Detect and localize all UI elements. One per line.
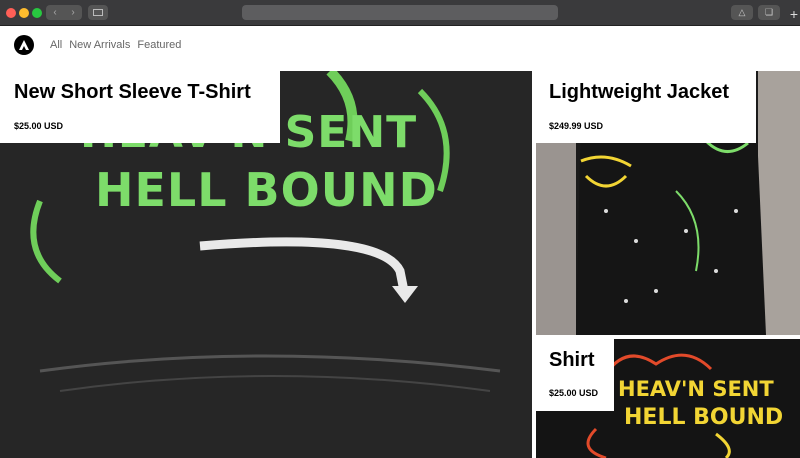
nav-link-featured[interactable]: Featured (137, 39, 181, 51)
store-nav: All New Arrivals Featured (0, 26, 800, 71)
tabs-icon: ❏ (764, 7, 774, 17)
share-button[interactable]: △ (731, 5, 753, 20)
shirt-print-line-2: HELL BOUND (95, 163, 438, 217)
product-price: $25.00 USD (549, 388, 599, 398)
product-price: $249.99 USD (549, 121, 604, 131)
minimize-window-button[interactable] (19, 8, 29, 18)
zoom-window-button[interactable] (32, 8, 42, 18)
product-price: $25.00 USD (14, 121, 64, 131)
chevron-right-icon[interactable]: › (71, 7, 74, 18)
close-window-button[interactable] (6, 8, 16, 18)
browser-toolbar: ‹ › △ ❏ + (0, 0, 800, 26)
address-bar[interactable] (242, 5, 558, 20)
shirt-print-line-2: HELL BOUND (624, 405, 784, 430)
product-tile-shirt[interactable]: HEAV'N SENT HELL BOUND Shirt $25.00 USD (536, 339, 800, 458)
product-tile-jacket[interactable]: Lightweight Jacket $249.99 USD (536, 71, 800, 335)
nav-link-all[interactable]: All (50, 39, 62, 51)
product-label-jacket: Lightweight Jacket $249.99 USD (536, 71, 756, 143)
product-tile-t-shirt[interactable]: HEAV'N SENT HELL BOUND New Short Sleeve … (0, 71, 532, 458)
nav-link-new-arrivals[interactable]: New Arrivals (69, 39, 130, 51)
plus-icon[interactable]: + (790, 7, 798, 21)
history-nav: ‹ › (46, 5, 82, 20)
share-icon: △ (738, 7, 746, 17)
sidebar-icon (93, 9, 103, 16)
triangle-logo-icon[interactable] (14, 35, 34, 55)
product-title: Shirt (549, 349, 595, 371)
tabs-overview-button[interactable]: ❏ (758, 5, 780, 20)
product-label-shirt: Shirt $25.00 USD (536, 339, 614, 411)
product-title: Lightweight Jacket (549, 81, 730, 103)
shirt-print-line-1: HEAV'N SENT (618, 377, 774, 401)
sidebar-toggle-button[interactable] (88, 5, 108, 20)
product-title: New Short Sleeve T-Shirt (14, 81, 251, 103)
product-label-t-shirt: New Short Sleeve T-Shirt $25.00 USD (0, 71, 280, 143)
chevron-left-icon[interactable]: ‹ (53, 7, 56, 18)
nav-links: All New Arrivals Featured (50, 39, 181, 51)
